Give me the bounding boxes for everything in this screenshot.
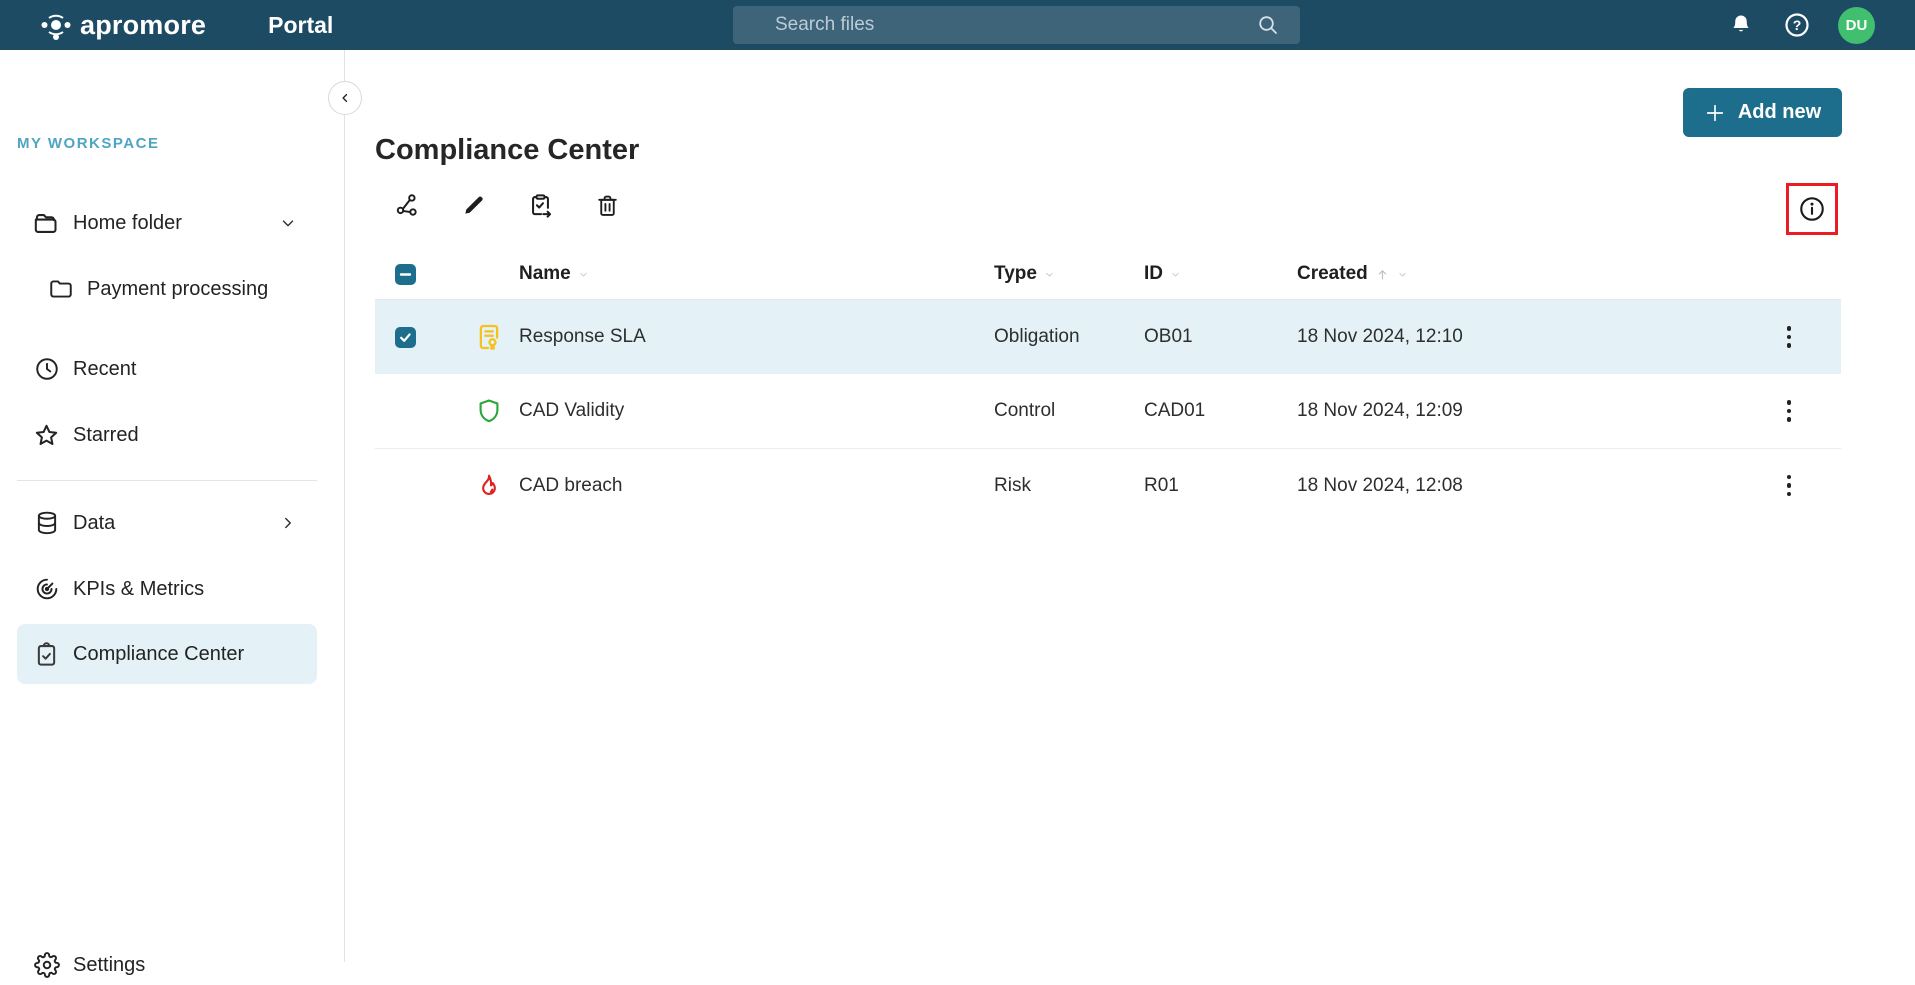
sidebar-item-settings[interactable]: Settings <box>0 945 345 985</box>
table-row[interactable]: Response SLA Obligation OB01 18 Nov 2024… <box>375 300 1841 374</box>
row-checkbox-checked[interactable] <box>395 326 416 348</box>
clipboard-export-icon[interactable] <box>527 191 554 219</box>
row-created: 18 Nov 2024, 12:08 <box>1297 474 1463 496</box>
workspace-section-label: MY WORKSPACE <box>17 135 160 152</box>
trash-icon[interactable] <box>594 191 621 219</box>
sidebar-item-label: Settings <box>73 953 146 976</box>
row-type: Obligation <box>994 326 1080 347</box>
add-new-button[interactable]: Add new <box>1683 88 1842 137</box>
help-icon[interactable]: ? <box>1782 10 1812 40</box>
search-icon[interactable] <box>1256 13 1280 37</box>
sidebar-item-compliance-center[interactable]: Compliance Center <box>17 624 317 684</box>
row-id: R01 <box>1144 474 1179 496</box>
column-header-created[interactable]: Created <box>1297 263 1737 285</box>
sidebar-item-recent[interactable]: Recent <box>0 349 345 389</box>
sidebar-divider <box>17 480 317 481</box>
brand: apromore <box>40 9 206 41</box>
notifications-bell-icon[interactable] <box>1726 10 1756 40</box>
sidebar-item-label: Data <box>73 511 116 534</box>
sort-chevron-icon <box>1170 269 1181 280</box>
sidebar-item-label: Compliance Center <box>73 642 245 665</box>
row-name: Response SLA <box>519 326 646 347</box>
table-row[interactable]: CAD Validity Control CAD01 18 Nov 2024, … <box>375 374 1841 448</box>
sort-ascending-arrow-icon <box>1375 267 1390 282</box>
chevron-down-icon[interactable] <box>279 214 297 232</box>
product-name: Portal <box>268 11 334 38</box>
row-type: Control <box>994 400 1056 421</box>
user-avatar[interactable]: DU <box>1838 6 1875 44</box>
file-toolbar <box>393 191 621 219</box>
info-icon[interactable] <box>1797 194 1827 224</box>
sidebar-collapse-button[interactable] <box>328 81 362 115</box>
sidebar-item-label: Starred <box>73 423 139 446</box>
edit-pencil-icon[interactable] <box>460 191 487 219</box>
sidebar-item-label: Home folder <box>73 211 182 234</box>
clipboard-check-icon <box>33 641 60 668</box>
sidebar-item-home-folder[interactable]: Home folder <box>0 203 345 243</box>
svg-text:?: ? <box>1793 17 1802 33</box>
row-created: 18 Nov 2024, 12:10 <box>1297 326 1463 347</box>
share-icon[interactable] <box>393 191 420 219</box>
annotation-highlight-box <box>1786 183 1838 235</box>
row-id: OB01 <box>1144 326 1193 347</box>
table-row[interactable]: CAD breach Risk R01 18 Nov 2024, 12:08 <box>375 448 1841 522</box>
search-box <box>733 6 1300 44</box>
sidebar-item-label: KPIs & Metrics <box>73 577 205 600</box>
risk-flame-icon <box>475 472 503 500</box>
column-header-name[interactable]: Name <box>519 263 994 285</box>
row-menu-kebab-icon[interactable] <box>1777 469 1802 503</box>
sort-chevron-icon <box>1044 269 1055 280</box>
compliance-table: Name Type ID Created Response SLA Obliga… <box>375 249 1841 522</box>
brand-name: apromore <box>80 9 207 40</box>
sidebar-item-label: Payment processing <box>87 277 269 300</box>
star-icon <box>33 422 60 449</box>
chevron-right-icon[interactable] <box>279 514 297 532</box>
sidebar-item-starred[interactable]: Starred <box>0 415 345 455</box>
database-icon <box>33 510 60 536</box>
add-new-label: Add new <box>1737 101 1822 123</box>
row-name: CAD breach <box>519 474 623 496</box>
row-created: 18 Nov 2024, 12:09 <box>1297 400 1463 421</box>
sort-chevron-icon <box>1397 269 1408 280</box>
folder-icon <box>47 276 74 302</box>
top-bar: apromore Portal ? DU <box>0 0 1915 50</box>
column-header-id[interactable]: ID <box>1144 263 1297 285</box>
row-menu-kebab-icon[interactable] <box>1777 320 1802 354</box>
obligation-certificate-icon <box>474 322 504 352</box>
row-name: CAD Validity <box>519 400 625 421</box>
chevron-left-icon <box>336 89 354 107</box>
plus-icon <box>1704 102 1726 124</box>
search-input[interactable] <box>733 6 1300 44</box>
sidebar: MY WORKSPACE Home folder Payment process… <box>0 50 345 978</box>
column-header-type[interactable]: Type <box>994 263 1144 285</box>
sort-chevron-icon <box>578 269 589 280</box>
page-title: Compliance Center <box>375 134 640 166</box>
control-shield-icon <box>475 397 503 425</box>
table-header-row: Name Type ID Created <box>375 249 1841 300</box>
kpi-gauge-icon <box>33 576 60 602</box>
sidebar-item-payment-processing[interactable]: Payment processing <box>0 269 345 309</box>
apromore-logo-icon <box>40 9 72 41</box>
row-menu-kebab-icon[interactable] <box>1777 394 1802 428</box>
sidebar-item-data[interactable]: Data <box>0 503 345 543</box>
clock-icon <box>33 356 60 382</box>
gear-icon <box>33 952 60 978</box>
select-all-checkbox[interactable] <box>395 263 416 285</box>
sidebar-item-kpis-metrics[interactable]: KPIs & Metrics <box>0 569 345 609</box>
folder-icon <box>33 210 60 237</box>
row-id: CAD01 <box>1144 400 1206 421</box>
topbar-actions: ? DU <box>1726 0 1875 50</box>
sidebar-item-label: Recent <box>73 357 137 380</box>
main-content: Compliance Center Add new Name Type ID C… <box>346 50 1915 962</box>
row-type: Risk <box>994 474 1031 496</box>
